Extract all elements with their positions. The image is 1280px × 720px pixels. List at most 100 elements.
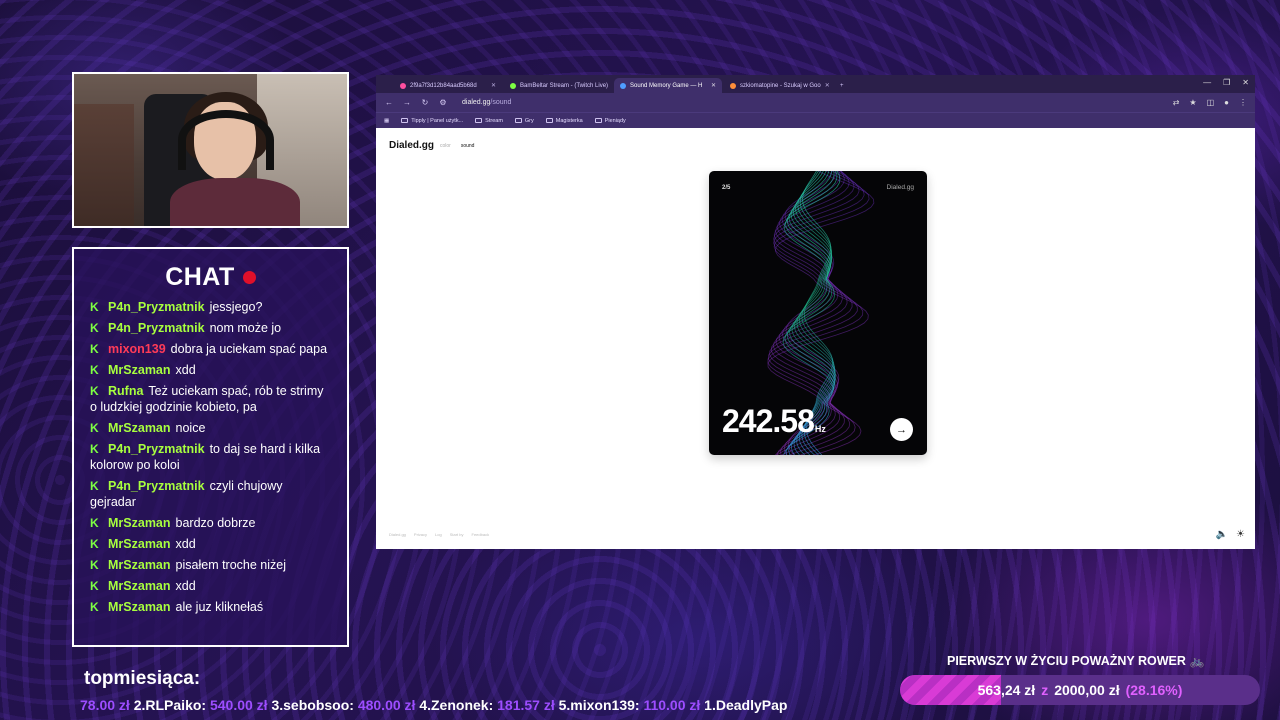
tab-favicon-icon [620,82,626,89]
new-tab-icon[interactable]: + [834,78,850,93]
tab-label: 2f9a7f3d12b84aad5b68d [410,82,477,89]
chat-text: noice [175,421,206,435]
address-bar-actions: ⇄ ★ ◫ ● ⋮ [1173,98,1247,107]
chat-username[interactable]: MrSzaman [108,363,171,377]
nav-sound[interactable]: sound [461,143,475,149]
browser-tab[interactable]: BamBeltar Stream - (Twitch Live)✕ [504,78,612,93]
chat-message: K MrSzaman pisałem troche niżej [90,557,331,573]
chat-username[interactable]: MrSzaman [108,558,171,572]
tab-close-icon[interactable]: ✕ [711,82,716,89]
footer-link[interactable]: Privacy [414,532,427,537]
tab-label: szkiomatopine - Szukaj w Goo [740,82,821,89]
bookmark-item[interactable]: Stream [475,118,503,124]
chat-message: K P4n_Pryzmatnik to daj se hard i kilka ko… [90,441,331,473]
kick-badge-icon: K [90,516,99,530]
apps-icon[interactable]: ▦ [384,118,389,124]
donation-ticker: 78.00 zł 2.RLPaiko: 540.00 zł 3.sebobsoo… [80,697,792,715]
folder-icon [401,118,409,123]
ticker-amount: 540.00 zł [209,697,268,713]
sound-card: 2/5 Dialed.gg 242.58Hz → [709,171,927,455]
chat-message: K P4n_Pryzmatnik nom może jo [90,320,331,336]
browser-tab[interactable]: szkiomatopine - Szukaj w Goo ✕ [724,78,832,93]
url-field[interactable]: dialed.gg/sound [462,99,511,106]
bookmark-item[interactable]: Magisterka [545,117,583,124]
chat-message: K P4n_Pryzmatnik jessjego? [90,299,331,315]
page-tools: 🔈 ☀ [1216,529,1245,540]
webcam-shelf [74,104,134,226]
web-page: Dialed.gg color sound 2/5 Dialed.gg 242.… [376,130,1255,549]
tab-favicon-icon [730,82,736,89]
chat-username[interactable]: MrSzaman [108,537,171,551]
folder-icon [475,118,483,123]
chat-text: ale juz kliknełaś [175,600,264,614]
bookmark-item[interactable]: Gry [514,118,534,124]
footer-link[interactable]: Log [435,532,442,537]
ticker-name: 2.RLPaiko: [133,697,207,713]
webcam-body [170,178,300,226]
chat-username[interactable]: MrSzaman [108,600,171,614]
profile-icon[interactable]: ● [1224,98,1229,107]
next-button[interactable]: → [890,418,913,441]
arrow-right-icon: → [896,423,907,436]
chat-username[interactable]: P4n_Pryzmatnik [108,300,205,314]
chat-title: CHAT [165,262,235,291]
chat-username[interactable]: mixon139 [108,342,166,356]
minimize-icon[interactable]: — [1203,78,1211,87]
maximize-icon[interactable]: ❐ [1223,78,1230,87]
kick-badge-icon: K [90,384,99,398]
bike-icon: 🚲 [1189,654,1205,668]
footer-link[interactable]: Start by [450,532,464,537]
frequency-unit: Hz [814,424,826,434]
chat-text: nom może jo [209,321,282,335]
chat-message: K Rufna Też uciekam spać, rób te strimy o … [90,383,331,415]
chat-text: xdd [175,363,196,377]
back-icon[interactable]: ← [384,98,394,107]
forward-icon[interactable]: → [402,98,412,107]
chat-header: CHAT [74,249,347,305]
chat-message-list: K P4n_Pryzmatnik jessjego? K P4n_Pryzmatnik n… [74,299,347,620]
kick-badge-icon: K [90,300,99,314]
site-nav: color sound [440,143,474,149]
ticker-amount: 480.00 zł [357,697,416,713]
menu-icon[interactable]: ⋮ [1239,98,1247,107]
browser-tab[interactable]: Sound Memory Game — H ✕ [614,78,722,93]
browser-tab[interactable]: 2f9a7f3d12b84aad5b68d ✕ [394,78,502,93]
theme-toggle-icon[interactable]: ☀ [1236,529,1245,540]
site-logo[interactable]: Dialed.gg [389,140,434,151]
live-dot-icon [242,270,256,284]
extensions-icon[interactable]: ◫ [1207,98,1215,107]
goal-separator: z [1041,682,1049,698]
bookmark-item[interactable]: Tipply | Panel użytk... [401,118,463,124]
address-bar: ← → ↻ ⚙ dialed.gg/sound ⇄ ★ ◫ ● ⋮ [376,93,1255,112]
chat-text: bardzo dobrze [175,516,256,530]
kick-badge-icon: K [90,321,99,335]
footer-link[interactable]: Feedback [472,532,490,537]
browser-window: 2f9a7f3d12b84aad5b68d ✕ BamBeltar Stream -… [376,75,1255,549]
translate-icon[interactable]: ⇄ [1173,98,1180,107]
goal-title: PIERWSZY W ŻYCIU POWAŻNY ROWER 🚲 [947,654,1205,668]
ticker-name: 5.mixon139: [558,697,640,713]
reload-icon[interactable]: ↻ [420,98,430,107]
nav-color[interactable]: color [440,143,451,149]
footer-link[interactable]: Dialed.gg [389,532,406,537]
chat-username[interactable]: P4n_Pryzmatnik [108,479,205,493]
bookmark-item[interactable]: Pieniądy [594,118,626,124]
close-icon[interactable]: ✕ [1242,78,1249,87]
chat-username[interactable]: MrSzaman [108,516,171,530]
tab-label: BamBeltar Stream - (Twitch Live) [520,82,609,89]
star-icon[interactable]: ★ [1189,98,1196,107]
chat-username[interactable]: Rufna [108,384,143,398]
chat-message: K MrSzaman xdd [90,578,331,594]
webcam-feed [72,72,349,228]
site-info-icon[interactable]: ⚙ [438,98,448,107]
chat-username[interactable]: MrSzaman [108,579,171,593]
volume-icon[interactable]: 🔈 [1216,529,1228,540]
bookmark-label: Magisterka [555,117,583,124]
ticker-name: 3.sebobsoo: [271,697,354,713]
tab-close-icon[interactable]: ✕ [825,82,830,89]
kick-badge-icon: K [90,579,99,593]
chat-username[interactable]: P4n_Pryzmatnik [108,321,205,335]
tab-close-icon[interactable]: ✕ [491,82,496,89]
chat-username[interactable]: MrSzaman [108,421,171,435]
chat-username[interactable]: P4n_Pryzmatnik [108,442,205,456]
